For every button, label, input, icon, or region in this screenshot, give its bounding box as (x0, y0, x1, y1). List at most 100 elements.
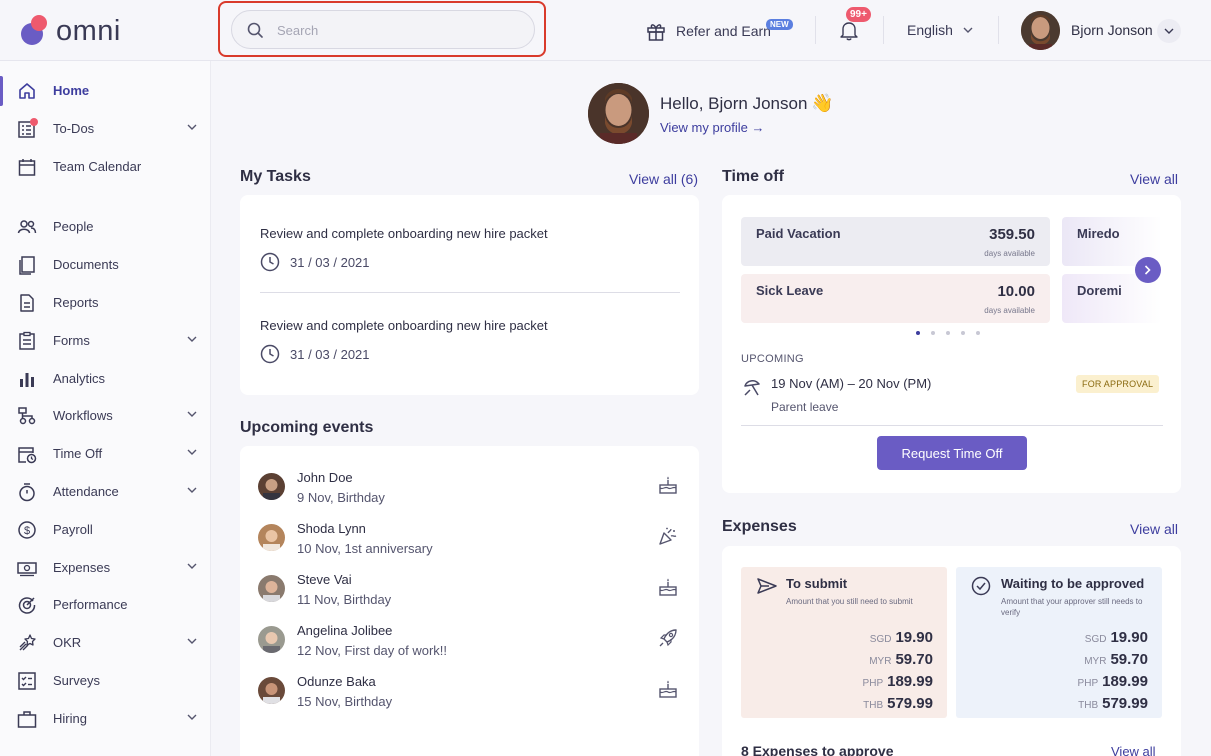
sidebar-item-home[interactable]: Home (0, 74, 211, 108)
sidebar-item-payroll[interactable]: $ Payroll (0, 513, 211, 547)
event-name: Odunze Baka (297, 674, 376, 689)
language-selector[interactable]: English (907, 22, 973, 38)
waiting-approval-tile[interactable]: Waiting to be approved Amount that your … (956, 567, 1162, 718)
carousel-dot[interactable] (916, 331, 920, 335)
sidebar-item-label: Team Calendar (53, 159, 142, 174)
sidebar-item-label: Workflows (53, 408, 113, 423)
event-detail: 10 Nov, 1st anniversary (297, 541, 433, 556)
chevron-down-icon[interactable] (187, 336, 197, 342)
currency-code: MYR (1084, 656, 1107, 667)
event-item[interactable]: Steve Vai 11 Nov, Birthday (258, 570, 680, 614)
waiting-description: Amount that your approver still needs to… (1001, 597, 1143, 617)
to-submit-title: To submit (786, 576, 848, 591)
amount-value: 579.99 (887, 695, 933, 712)
event-name: Shoda Lynn (297, 521, 366, 536)
sidebar-item-people[interactable]: People (0, 210, 211, 244)
chevron-down-icon[interactable] (187, 124, 197, 130)
sidebar-item-performance[interactable]: Performance (0, 588, 211, 622)
sidebar-item-hiring[interactable]: Hiring (0, 702, 211, 736)
sidebar-item-workflows[interactable]: Workflows (0, 399, 211, 433)
sidebar-item-forms[interactable]: Forms (0, 324, 211, 358)
amount-row: MYR 59.70 (869, 651, 933, 668)
timeoff-card: Paid Vacation 359.50 days available Mire… (722, 195, 1181, 493)
event-item[interactable]: Angelina Jolibee 12 Nov, First day of wo… (258, 621, 680, 665)
sidebar-item-analytics[interactable]: Analytics (0, 362, 211, 396)
sidebar-item-reports[interactable]: Reports (0, 286, 211, 320)
carousel-dot[interactable] (946, 331, 950, 335)
chevron-down-icon (963, 27, 973, 33)
surveys-icon (17, 671, 37, 691)
user-name[interactable]: Bjorn Jonson (1071, 22, 1153, 38)
check-circle-icon (971, 576, 991, 596)
amount-row: PHP 189.99 (863, 673, 933, 690)
balance-tile-sick-leave[interactable]: Sick Leave 10.00 days available (741, 274, 1050, 323)
event-item[interactable]: John Doe 9 Nov, Birthday (258, 468, 680, 512)
sidebar-item-label: Forms (53, 333, 90, 348)
sidebar-item-expenses[interactable]: Expenses (0, 551, 211, 585)
okr-icon (17, 633, 37, 653)
event-detail: 9 Nov, Birthday (297, 490, 385, 505)
task-item[interactable]: Review and complete onboarding new hire … (260, 318, 680, 364)
task-text: Review and complete onboarding new hire … (260, 318, 548, 333)
event-item[interactable]: Shoda Lynn 10 Nov, 1st anniversary (258, 519, 680, 563)
sidebar-item-surveys[interactable]: Surveys (0, 664, 211, 698)
task-date-text: 31 / 03 / 2021 (290, 346, 370, 362)
currency-code: THB (863, 700, 884, 711)
chevron-down-icon[interactable] (187, 563, 197, 569)
chevron-down-icon[interactable] (187, 449, 197, 455)
attendance-icon (17, 482, 37, 502)
amount-row: THB 579.99 (863, 695, 933, 712)
balance-tile-paid-vacation[interactable]: Paid Vacation 359.50 days available (741, 217, 1050, 266)
upcoming-leave-range[interactable]: 19 Nov (AM) – 20 Nov (PM) (771, 376, 931, 391)
view-profile-link[interactable]: View my profile → (660, 120, 765, 135)
chevron-down-icon[interactable] (187, 638, 197, 644)
carousel-next-button[interactable] (1135, 257, 1161, 283)
amount-row: SGD 19.90 (1085, 629, 1148, 646)
refer-and-earn-button[interactable]: Refer and Earn (645, 19, 771, 43)
sidebar-item-attendance[interactable]: Attendance (0, 475, 211, 509)
sidebar-item-documents[interactable]: Documents (0, 248, 211, 282)
sidebar-item-label: Payroll (53, 522, 93, 537)
tasks-card: Review and complete onboarding new hire … (240, 195, 699, 395)
profile-avatar[interactable] (588, 83, 649, 144)
search-input[interactable] (277, 19, 517, 41)
sidebar-item-label: To-Dos (53, 121, 95, 136)
amount-row: SGD 19.90 (870, 629, 933, 646)
chevron-down-icon[interactable] (187, 487, 197, 493)
expenses-to-approve-view-all-link[interactable]: View all (1111, 744, 1156, 756)
search-bar[interactable] (231, 10, 535, 49)
task-item[interactable]: Review and complete onboarding new hire … (260, 226, 680, 272)
carousel-dot[interactable] (976, 331, 980, 335)
event-item[interactable]: Odunze Baka 15 Nov, Birthday (258, 672, 680, 716)
sidebar-item-time-off[interactable]: Time Off (0, 437, 211, 471)
omni-logo[interactable]: omni (21, 14, 131, 48)
carousel-dot[interactable] (961, 331, 965, 335)
top-bar: omni Refer and Earn NEW 99+ English Bjor… (0, 0, 1211, 61)
carousel-dot[interactable] (931, 331, 935, 335)
balance-unit: days available (984, 306, 1035, 315)
expenses-view-all-link[interactable]: View all (1130, 521, 1178, 537)
notification-bell-icon[interactable] (838, 19, 860, 41)
user-menu-toggle[interactable] (1157, 19, 1181, 43)
event-detail: 12 Nov, First day of work!! (297, 643, 448, 658)
chevron-down-icon[interactable] (187, 411, 197, 417)
sidebar-item-okr[interactable]: OKR (0, 626, 211, 660)
sidebar-item-todos[interactable]: To-Dos (0, 112, 211, 146)
chevron-down-icon[interactable] (187, 714, 197, 720)
tasks-view-all-link[interactable]: View all (6) (629, 171, 698, 187)
request-time-off-button[interactable]: Request Time Off (877, 436, 1027, 470)
topbar-divider (815, 16, 816, 44)
svg-text:$: $ (24, 525, 30, 537)
currency-code: THB (1078, 700, 1099, 711)
balance-value: 10.00 (997, 283, 1035, 300)
sidebar-item-team-calendar[interactable]: Team Calendar (0, 150, 211, 184)
sidebar-item-label: Analytics (53, 371, 106, 386)
currency-code: MYR (869, 656, 892, 667)
amount-row: THB 579.99 (1078, 695, 1148, 712)
timeoff-view-all-link[interactable]: View all (1130, 171, 1178, 187)
user-avatar[interactable] (1021, 11, 1060, 50)
upcoming-leave-type: Parent leave (771, 400, 839, 414)
task-divider (260, 292, 680, 293)
timeoff-title: Time off (722, 168, 784, 185)
to-submit-tile[interactable]: To submit Amount that you still need to … (741, 567, 947, 718)
